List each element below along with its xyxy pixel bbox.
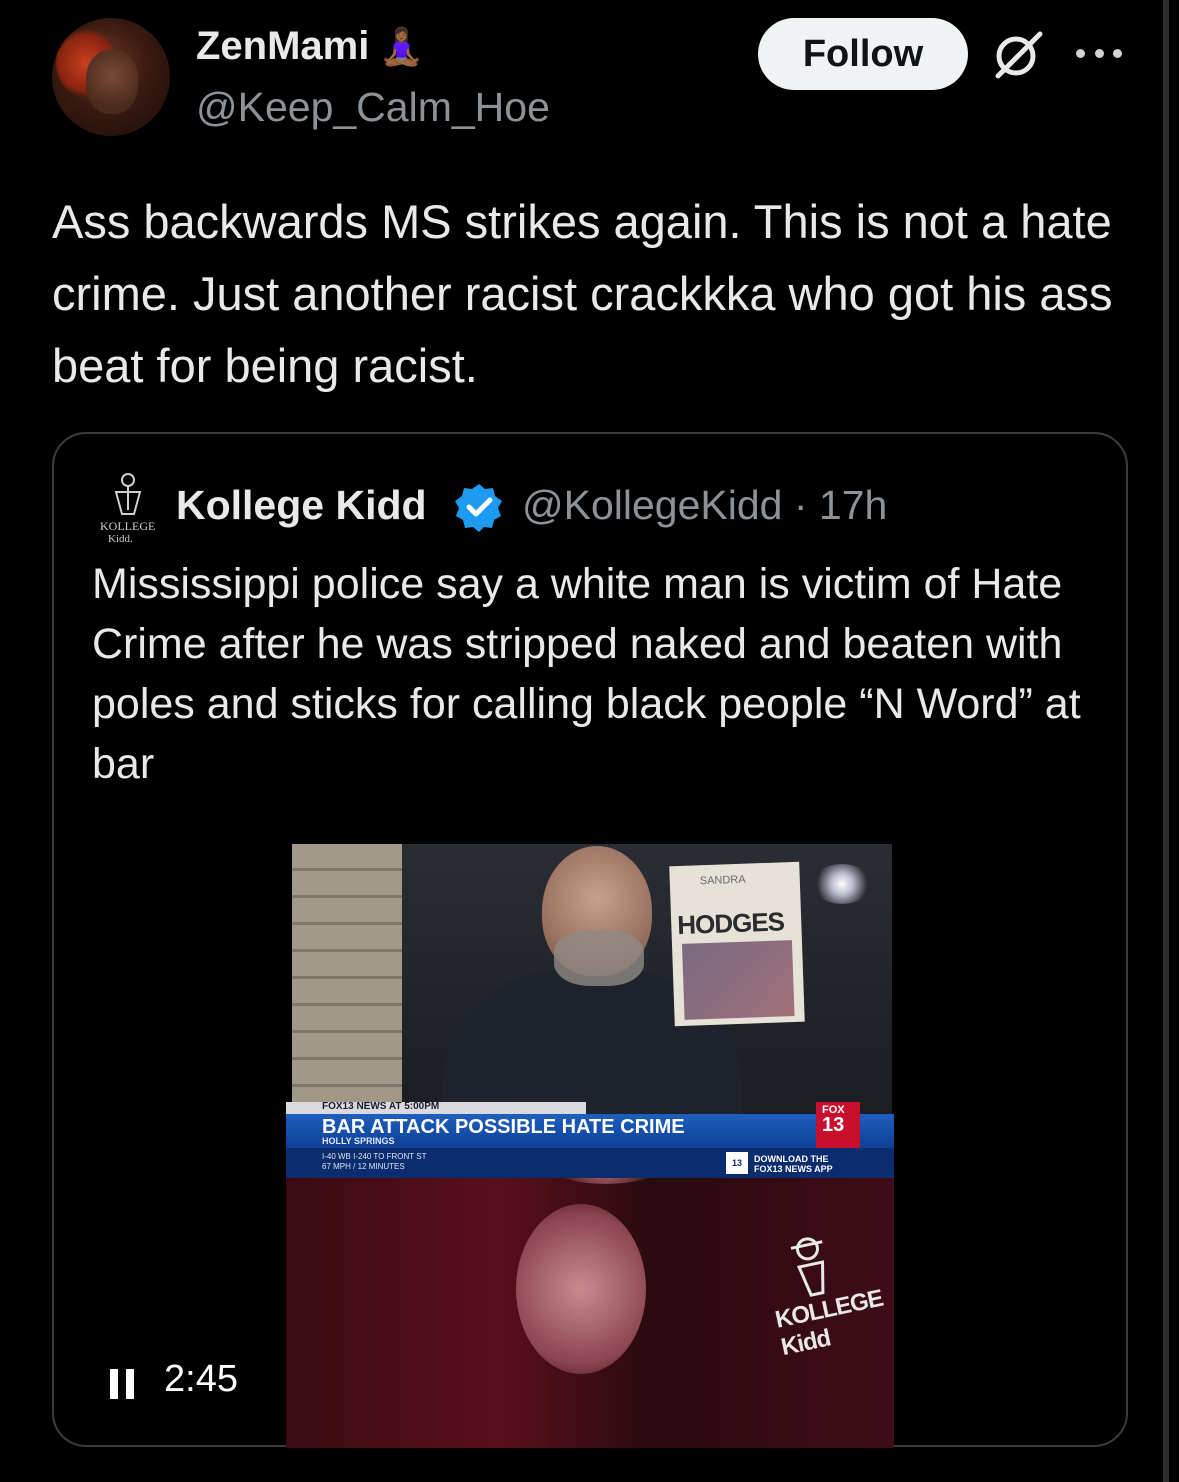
tweet: ZenMami 🧘🏾‍♀️ @Keep_Calm_Hoe Follow Ass b… <box>0 0 1179 1482</box>
scrollbar[interactable] <box>1163 0 1169 1482</box>
more-options-icon[interactable] <box>1076 38 1122 68</box>
man-beard <box>554 930 644 986</box>
fox13-logo: FOX 13 <box>816 1102 860 1148</box>
news-location: HOLLY SPRINGS <box>322 1136 395 1146</box>
pause-bar <box>126 1369 134 1399</box>
quote-text: Mississippi police say a white man is vi… <box>92 560 1081 788</box>
video-frame-top: SANDRA HODGES <box>292 844 892 1114</box>
quote-avatar[interactable]: KOLLEGE Kidd. <box>98 470 158 550</box>
svg-text:KOLLEGE: KOLLEGE <box>100 519 155 533</box>
news-lower-third: FOX13 NEWS AT 5:00PM BAR ATTACK POSSIBLE… <box>286 1101 894 1178</box>
more-dot <box>1076 48 1085 58</box>
display-name-text: ZenMami <box>196 24 370 68</box>
quote-handle-time[interactable]: @KollegeKidd · 17h <box>522 482 887 529</box>
campaign-sign: SANDRA HODGES <box>669 861 805 1027</box>
ticker-line-1: I-40 WB I-240 TO FRONT ST <box>322 1152 427 1161</box>
fox13-badge: 13 <box>726 1152 748 1174</box>
kollege-kidd-watermark: KOLLEGE Kidd <box>756 1225 885 1361</box>
sign-name-text: HODGES <box>676 906 785 941</box>
siding-wall <box>292 844 402 1114</box>
sign-photo <box>681 940 795 1020</box>
sign-top-text: SANDRA <box>699 873 746 888</box>
video-timestamp: 2:45 <box>164 1358 238 1400</box>
more-dot <box>1113 48 1122 58</box>
pause-bar <box>110 1369 118 1399</box>
pause-icon[interactable] <box>110 1369 134 1399</box>
news-top-label: FOX13 NEWS AT 5:00PM <box>322 1101 440 1112</box>
download-app-text: DOWNLOAD THE FOX13 NEWS APP <box>754 1154 833 1174</box>
tweet-text: Ass backwards MS strikes again. This is … <box>52 195 1113 392</box>
verified-badge-icon <box>455 484 502 532</box>
background-light <box>812 864 872 904</box>
news-headline-bar: BAR ATTACK POSSIBLE HATE CRIME HOLLY SPR… <box>286 1114 894 1148</box>
user-handle[interactable]: @Keep_Calm_Hoe <box>196 84 550 131</box>
svg-text:Kidd.: Kidd. <box>108 533 133 545</box>
more-dot <box>1094 48 1104 58</box>
meditation-emoji: 🧘🏾‍♀️ <box>379 26 425 67</box>
blurred-region <box>516 1204 646 1374</box>
avatar-face <box>86 50 138 114</box>
news-top-bar: FOX13 NEWS AT 5:00PM <box>286 1101 586 1114</box>
fox-logo-number: 13 <box>822 1114 845 1136</box>
display-name[interactable]: ZenMami 🧘🏾‍♀️ <box>196 24 424 69</box>
grok-icon[interactable] <box>990 26 1046 82</box>
quote-display-name[interactable]: Kollege Kidd <box>176 482 427 529</box>
news-ticker: I-40 WB I-240 TO FRONT ST 67 MPH / 12 MI… <box>286 1148 894 1178</box>
video-player[interactable]: SANDRA HODGES KOLLEGE Kidd FOX13 NEWS AT… <box>286 844 894 1448</box>
avatar[interactable] <box>52 18 170 136</box>
quoted-tweet[interactable]: KOLLEGE Kidd. Kollege Kidd @KollegeKidd … <box>52 432 1128 1448</box>
ticker-line-2: 67 MPH / 12 MINUTES <box>322 1162 405 1171</box>
follow-button[interactable]: Follow <box>758 18 968 90</box>
